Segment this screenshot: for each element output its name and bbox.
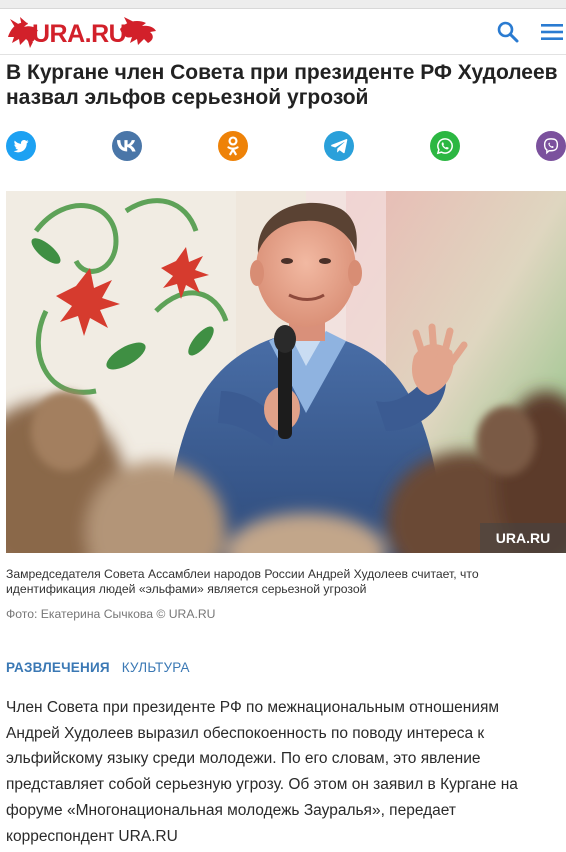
share-telegram-button[interactable]: [324, 131, 354, 161]
tag-entertainment[interactable]: РАЗВЛЕЧЕНИЯ: [6, 660, 110, 675]
menu-button[interactable]: [538, 18, 566, 46]
article-title: В Кургане член Совета при президенте РФ …: [6, 61, 558, 109]
speaker-photo-image: URA.RU: [6, 191, 566, 553]
site-header: URA.RU: [0, 9, 566, 55]
search-icon: [497, 21, 519, 43]
share-whatsapp-button[interactable]: [430, 131, 460, 161]
article-tags: РАЗВЛЕЧЕНИЯ КУЛЬТУРА: [6, 660, 198, 675]
odnoklassniki-icon: [227, 136, 239, 156]
viber-icon: [543, 138, 559, 155]
photo-watermark: URA.RU: [496, 530, 550, 546]
telegram-icon: [330, 139, 348, 154]
svg-text:URA.RU: URA.RU: [32, 20, 126, 48]
whatsapp-icon: [436, 138, 453, 155]
share-viber-button[interactable]: [536, 131, 566, 161]
search-button[interactable]: [494, 18, 522, 46]
share-vk-button[interactable]: [112, 131, 142, 161]
article-lead: Член Совета при президенте РФ по межнаци…: [6, 699, 518, 845]
share-odnoklassniki-button[interactable]: [218, 131, 248, 161]
site-logo[interactable]: URA.RU: [6, 15, 158, 49]
logo-mark-icon: URA.RU: [8, 17, 156, 48]
share-twitter-button[interactable]: [6, 131, 36, 161]
hamburger-menu-icon: [541, 24, 563, 40]
photo-caption: Замредседателя Совета Ассамблеи народов …: [6, 567, 479, 596]
tag-culture[interactable]: КУЛЬТУРА: [122, 660, 190, 675]
twitter-icon: [13, 139, 29, 153]
photo-credit: Фото: Екатерина Сычкова © URA.RU: [6, 607, 216, 621]
vk-icon: [117, 140, 136, 152]
article-photo: URA.RU: [6, 191, 566, 553]
top-strip: [0, 0, 566, 9]
